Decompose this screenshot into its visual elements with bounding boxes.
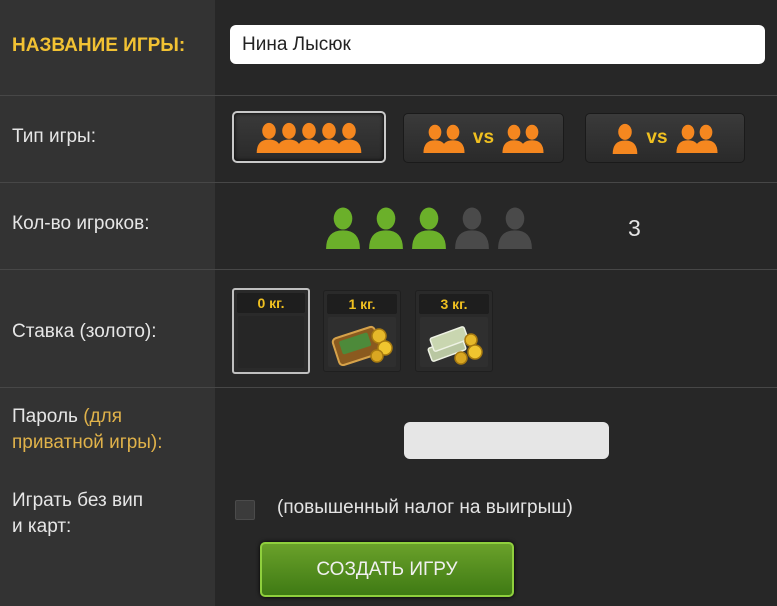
row-divider [0,182,777,183]
no-vip-checkbox[interactable] [235,500,255,520]
person-icon [694,124,718,153]
row-divider [0,387,777,388]
players-count-value: 3 [628,215,641,241]
player-inactive-icon [498,207,532,249]
vs-label: vs [472,127,495,148]
stake-label: Ставка (золото): [12,321,157,342]
person-icon [613,123,638,154]
game-name-input[interactable] [230,25,765,64]
password-label-hint-line: приватной игры): [12,432,163,453]
team-icon [423,123,465,153]
password-label: Пароль (для [12,404,122,430]
player-active-icon [369,207,403,249]
game-type-one-vs-team-button[interactable]: vs [585,113,745,163]
stake-1-tile[interactable]: 1 кг. [323,290,401,372]
create-game-button[interactable]: СОЗДАТЬ ИГРУ [260,542,514,597]
wallet-coins-icon [328,317,396,367]
team-icon [502,123,544,153]
players-group-icon [256,121,362,153]
no-vip-hint: (повышенный налог на выигрыш) [277,497,573,518]
password-label-hint: (для [83,406,123,427]
players-count-label: Кол-во игроков: [12,213,150,234]
stake-3-tile[interactable]: 3 кг. [415,290,493,372]
stake-title: 1 кг. [327,294,397,314]
game-type-team-vs-team-button[interactable]: vs [403,113,564,163]
player-active-icon [326,207,360,249]
stake-title: 3 кг. [419,294,489,314]
row-divider [0,95,777,96]
game-name-label: НАЗВАНИЕ ИГРЫ: [12,35,186,56]
stake-0-tile[interactable]: 0 кг. [232,288,310,374]
players-selector[interactable] [322,205,536,249]
person-icon [441,124,465,153]
stake-title: 0 кг. [237,293,305,313]
password-input[interactable] [404,422,609,459]
password-label-main: Пароль [12,406,78,427]
person-icon [612,122,638,154]
game-type-all-button[interactable] [232,111,386,163]
row-divider [0,269,777,270]
player-inactive-icon [455,207,489,249]
person-icon [336,122,362,153]
no-vip-label: Играть без вип [12,490,143,511]
player-active-icon [412,207,446,249]
money-stack-icon [420,317,488,367]
no-vip-label-line-2: и карт: [12,516,72,537]
game-type-label: Тип игры: [12,126,96,147]
team-icon [676,123,718,153]
person-icon [520,124,544,153]
vs-label: vs [646,127,668,148]
empty-stake-image [238,316,304,368]
